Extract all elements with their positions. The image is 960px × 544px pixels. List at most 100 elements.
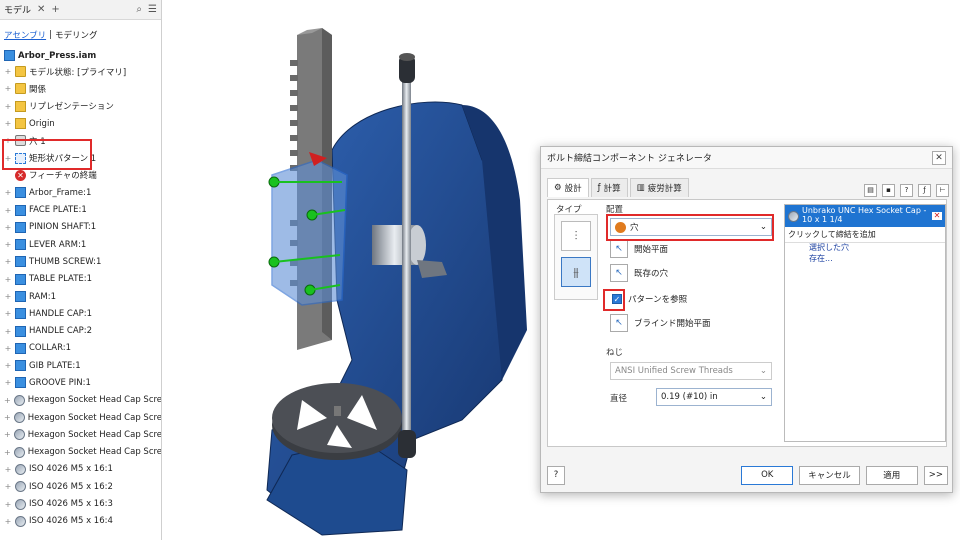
- browser-tree-item[interactable]: + COLLAR:1: [0, 340, 161, 357]
- thread-dropdown[interactable]: ANSI Unified Screw Threads ⌄: [610, 362, 772, 380]
- search-icon[interactable]: ⌕: [136, 4, 142, 15]
- browser-tree-item[interactable]: + Hexagon Socket Head Cap Screw - Inch: [0, 409, 161, 426]
- tree-item-label: GIB PLATE:1: [29, 360, 81, 371]
- expand-icon[interactable]: +: [4, 430, 11, 439]
- tree-item-label: Arbor_Frame:1: [29, 187, 92, 198]
- menu-icon[interactable]: ☰: [148, 4, 157, 15]
- part-icon: [15, 273, 26, 285]
- fx-toggle-icon[interactable]: ƒ: [918, 184, 931, 197]
- blind-start-plane-row[interactable]: ↖ ブラインド開始平面: [610, 314, 711, 332]
- cancel-button[interactable]: キャンセル: [799, 465, 860, 485]
- assembly-root[interactable]: Arbor_Press.iam: [4, 50, 161, 61]
- browser-tree-item[interactable]: + モデル状態: [プライマリ]: [0, 63, 161, 80]
- tree-item-label: 関係: [29, 84, 47, 95]
- results-icon[interactable]: ?: [900, 184, 913, 197]
- save-icon[interactable]: ▪: [882, 184, 895, 197]
- open-icon[interactable]: ▤: [864, 184, 877, 197]
- expand-icon[interactable]: +: [4, 448, 11, 457]
- tab-calculation[interactable]: ƒ 計算: [590, 178, 628, 197]
- assembly-icon: [4, 50, 15, 61]
- expand-icon[interactable]: +: [4, 413, 11, 422]
- start-plane-row[interactable]: ↖ 開始平面: [610, 240, 668, 258]
- more-button[interactable]: >>: [923, 465, 948, 485]
- browser-tree-item[interactable]: + Hexagon Socket Head Cap Screw - Inch: [0, 444, 161, 461]
- expand-icon[interactable]: +: [4, 327, 12, 336]
- selected-component[interactable]: Unbrako UNC Hex Socket Cap - In... 10 x …: [785, 205, 945, 227]
- browser-tree-item[interactable]: + RAM:1: [0, 288, 161, 305]
- browser-tree-item[interactable]: + GIB PLATE:1: [0, 357, 161, 374]
- existing-link[interactable]: 存在...: [785, 254, 945, 265]
- expand-icon[interactable]: +: [4, 378, 12, 387]
- tree-icon[interactable]: ⊢: [936, 184, 949, 197]
- selected-hole-link[interactable]: 選択した穴: [785, 243, 945, 254]
- subtab-modeling[interactable]: モデリング: [55, 29, 98, 41]
- expand-icon[interactable]: +: [4, 257, 12, 266]
- browser-tree-item[interactable]: + HANDLE CAP:2: [0, 322, 161, 339]
- browser-tree-item[interactable]: + GROOVE PIN:1: [0, 374, 161, 391]
- expand-icon[interactable]: +: [4, 517, 12, 526]
- browser-tree-item[interactable]: + LEVER ARM:1: [0, 236, 161, 253]
- close-icon[interactable]: ✕: [37, 4, 45, 15]
- help-button[interactable]: ?: [547, 465, 565, 485]
- browser-tree-item[interactable]: + TABLE PLATE:1: [0, 271, 161, 288]
- diameter-dropdown[interactable]: 0.19 (#10) in ⌄: [656, 388, 772, 406]
- browser-tree-item[interactable]: + Origin: [0, 115, 161, 132]
- expand-icon[interactable]: +: [4, 240, 12, 249]
- add-fastener-link[interactable]: クリックして締結を追加: [785, 227, 945, 243]
- browser-tree-item[interactable]: + ISO 4026 M5 x 16:4: [0, 513, 161, 530]
- expand-icon[interactable]: +: [4, 396, 11, 405]
- browser-tree-item[interactable]: + PINION SHAFT:1: [0, 219, 161, 236]
- expand-icon[interactable]: +: [4, 500, 12, 509]
- expand-icon[interactable]: +: [4, 188, 12, 197]
- expand-icon[interactable]: +: [4, 223, 12, 232]
- dialog-title: ボルト締結コンポーネント ジェネレータ: [547, 154, 712, 164]
- browser-tree-item[interactable]: + HANDLE CAP:1: [0, 305, 161, 322]
- fx-icon: ƒ: [597, 183, 601, 193]
- expand-icon[interactable]: +: [4, 344, 12, 353]
- add-tab-icon[interactable]: +: [51, 4, 59, 15]
- tree-item-label: ISO 4026 M5 x 16:1: [29, 464, 113, 475]
- browser-tree-item[interactable]: + FACE PLATE:1: [0, 201, 161, 218]
- cursor-select-icon[interactable]: ↖: [610, 264, 628, 282]
- browser-tree-item[interactable]: + Hexagon Socket Head Cap Screw - Inch: [0, 426, 161, 443]
- expand-icon[interactable]: +: [4, 275, 12, 284]
- delete-icon[interactable]: ✕: [932, 211, 942, 221]
- type-group: ⫶ ⫵: [554, 214, 598, 300]
- browser-tree-item[interactable]: + Hexagon Socket Head Cap Screw - Inch: [0, 392, 161, 409]
- tab-model[interactable]: モデル: [4, 3, 31, 16]
- browser-tree-item[interactable]: + リプレゼンテーション: [0, 98, 161, 115]
- expand-icon[interactable]: +: [4, 361, 12, 370]
- expand-icon[interactable]: +: [4, 482, 12, 491]
- tree-item-label: ISO 4026 M5 x 16:4: [29, 516, 113, 527]
- browser-tree-item[interactable]: + ISO 4026 M5 x 16:3: [0, 495, 161, 512]
- cursor-select-icon[interactable]: ↖: [610, 240, 628, 258]
- tree-item-label: FACE PLATE:1: [29, 205, 87, 216]
- browser-tree-item[interactable]: + 関係: [0, 80, 161, 97]
- tab-fatigue[interactable]: ▥ 疲労計算: [629, 178, 689, 197]
- expand-icon[interactable]: +: [4, 309, 12, 318]
- chevron-down-icon: ⌄: [759, 366, 767, 376]
- error-icon: ✕: [15, 169, 26, 181]
- existing-hole-row[interactable]: ↖ 既存の穴: [610, 264, 668, 282]
- ok-button[interactable]: OK: [741, 465, 794, 485]
- expand-icon[interactable]: +: [4, 119, 12, 128]
- expand-icon[interactable]: +: [4, 465, 12, 474]
- subtab-assembly[interactable]: アセンブリ: [4, 29, 46, 41]
- apply-button[interactable]: 適用: [865, 465, 918, 485]
- tree-item-label: Hexagon Socket Head Cap Screw - Inch: [27, 447, 162, 458]
- browser-tree-item[interactable]: + ISO 4026 M5 x 16:1: [0, 461, 161, 478]
- browser-tree-item[interactable]: + Arbor_Frame:1: [0, 184, 161, 201]
- blind-bolt-type-button[interactable]: ⫵: [561, 257, 591, 287]
- expand-icon[interactable]: +: [4, 84, 12, 93]
- browser-tree-item[interactable]: + ISO 4026 M5 x 16:2: [0, 478, 161, 495]
- browser-tree-item[interactable]: + THUMB SCREW:1: [0, 253, 161, 270]
- expand-icon[interactable]: +: [4, 102, 12, 111]
- through-bolt-type-button[interactable]: ⫶: [561, 221, 591, 251]
- close-icon[interactable]: ✕: [932, 150, 946, 165]
- expand-icon[interactable]: +: [4, 206, 12, 215]
- expand-icon[interactable]: +: [4, 292, 12, 301]
- table-plate: [272, 383, 402, 460]
- tab-design[interactable]: ⚙ 設計: [547, 178, 589, 197]
- cursor-select-icon[interactable]: ↖: [610, 314, 628, 332]
- expand-icon[interactable]: +: [4, 67, 12, 76]
